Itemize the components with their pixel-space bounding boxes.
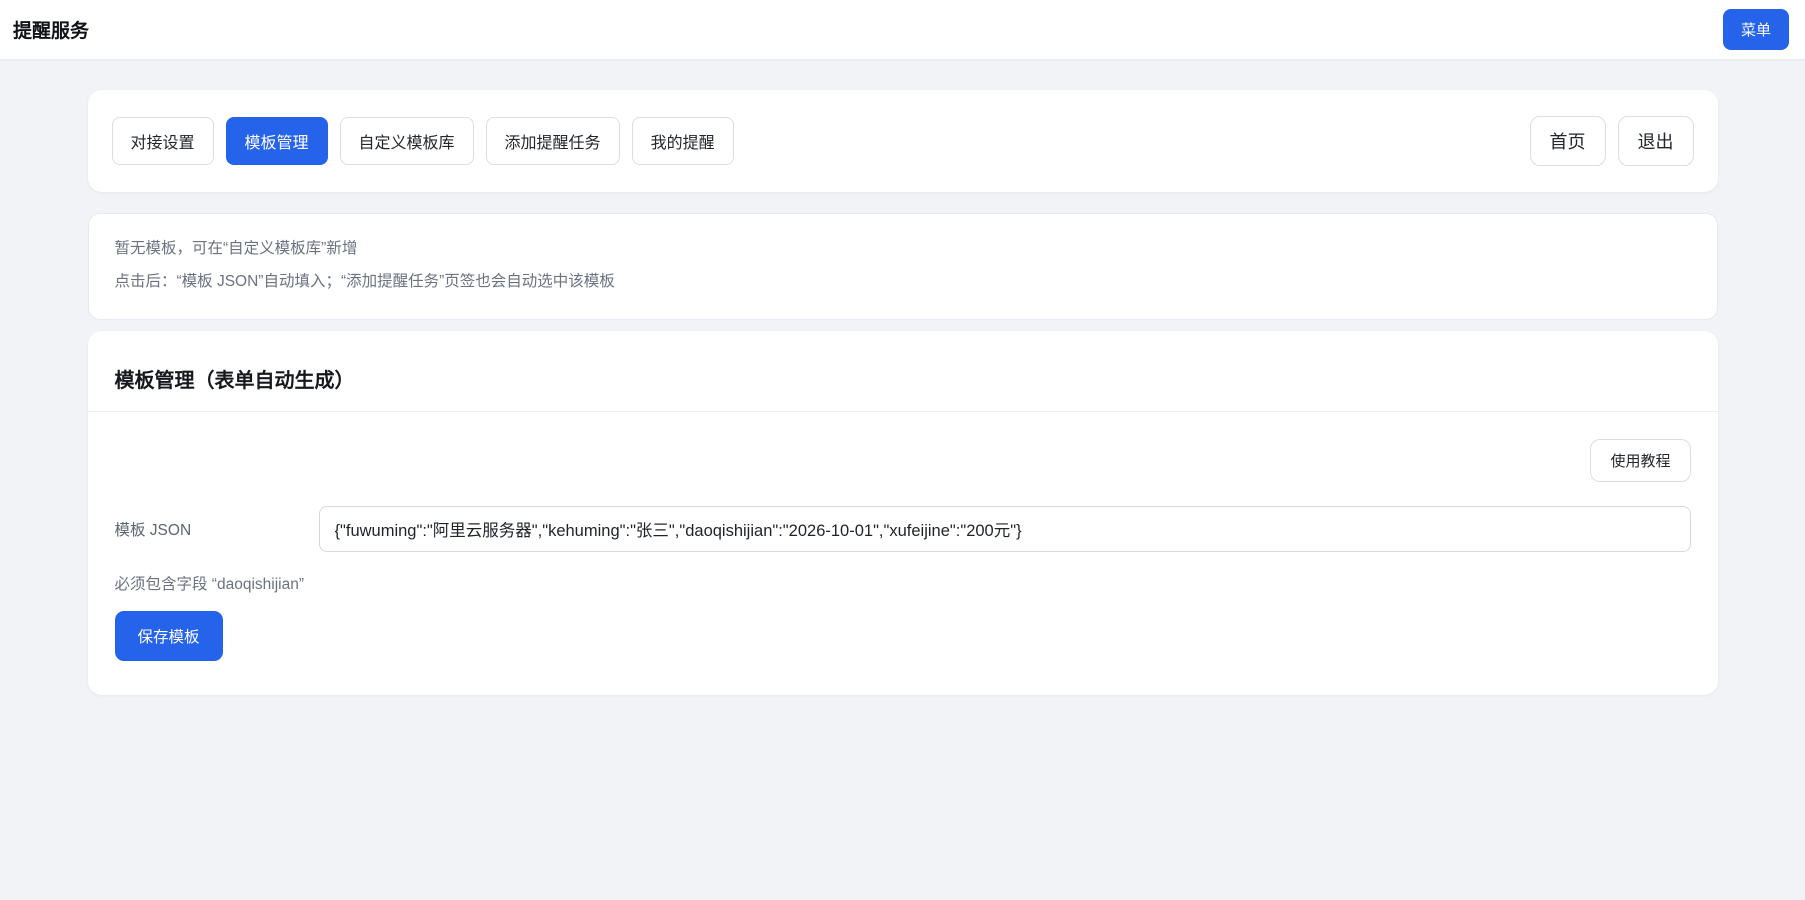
info-panel: 暂无模板，可在“自定义模板库”新增 点击后：“模板 JSON”自动填入；“添加提… [88,213,1718,320]
template-json-label: 模板 JSON [115,518,319,540]
top-bar: 提醒服务 菜单 [0,0,1805,60]
tab-group: 对接设置 模板管理 自定义模板库 添加提醒任务 我的提醒 [112,117,734,165]
section-title: 模板管理（表单自动生成） [115,364,1691,393]
required-field-hint: 必须包含字段 “daoqishijian” [115,572,1691,594]
logout-button[interactable]: 退出 [1618,116,1694,166]
tab-custom-template-library[interactable]: 自定义模板库 [340,117,474,165]
save-template-button[interactable]: 保存模板 [115,611,223,661]
tab-template-management[interactable]: 模板管理 [226,117,328,165]
tutorial-row: 使用教程 [115,439,1691,482]
app-title: 提醒服务 [13,16,89,43]
header-actions: 首页 退出 [1530,116,1694,166]
section-header: 模板管理（表单自动生成） [88,331,1718,411]
menu-button[interactable]: 菜单 [1723,9,1789,50]
tutorial-button[interactable]: 使用教程 [1590,439,1690,482]
info-line-click-hint: 点击后：“模板 JSON”自动填入；“添加提醒任务”页签也会自动选中该模板 [115,270,1691,294]
section-body: 使用教程 模板 JSON 必须包含字段 “daoqishijian” 保存模板 [88,412,1718,695]
tab-my-reminders[interactable]: 我的提醒 [632,117,734,165]
template-management-card: 模板管理（表单自动生成） 使用教程 模板 JSON 必须包含字段 “daoqis… [88,331,1718,695]
template-json-row: 模板 JSON [115,506,1691,552]
page-content: 对接设置 模板管理 自定义模板库 添加提醒任务 我的提醒 首页 退出 暂无模板，… [88,60,1718,695]
template-json-input[interactable] [319,506,1691,552]
info-line-no-template: 暂无模板，可在“自定义模板库”新增 [115,237,1691,261]
tab-connection-settings[interactable]: 对接设置 [112,117,214,165]
tab-add-reminder-task[interactable]: 添加提醒任务 [486,117,620,165]
home-button[interactable]: 首页 [1530,116,1606,166]
tabs-card: 对接设置 模板管理 自定义模板库 添加提醒任务 我的提醒 首页 退出 [88,90,1718,192]
